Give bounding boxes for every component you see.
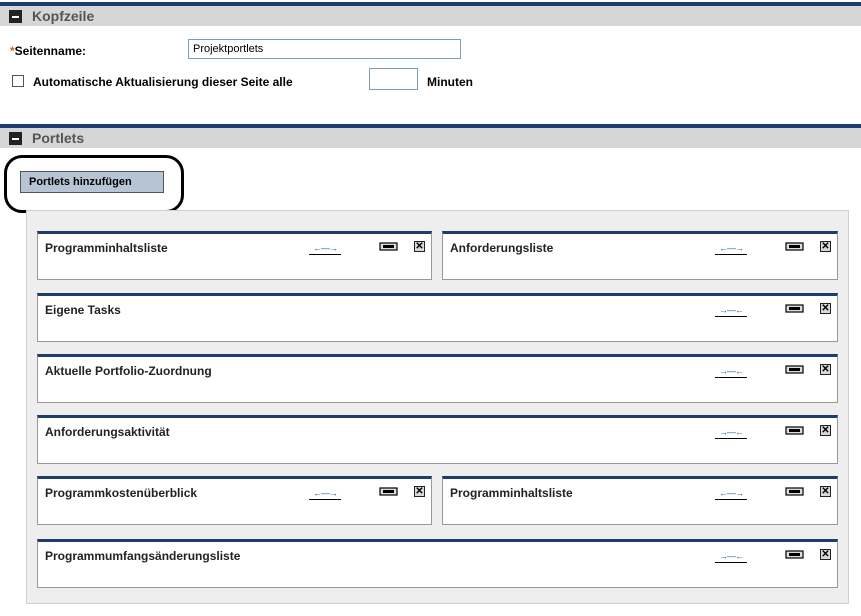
expand-width-icon[interactable]: ←—→ bbox=[309, 488, 341, 500]
edit-icon[interactable] bbox=[785, 241, 805, 252]
add-portlets-button[interactable]: Portlets hinzufügen bbox=[20, 171, 164, 193]
portlet: Aktuelle Portfolio-Zuordnung →—← ✕ bbox=[37, 354, 838, 403]
portlet: Eigene Tasks →—← ✕ bbox=[37, 293, 838, 342]
portlet-title: Aktuelle Portfolio-Zuordnung bbox=[45, 364, 212, 378]
page-name-label: *Seitenname: bbox=[10, 44, 87, 58]
section-title: Kopfzeile bbox=[32, 8, 95, 24]
edit-icon[interactable] bbox=[785, 303, 805, 314]
portlet-title: Programminhaltsliste bbox=[45, 241, 168, 255]
portlet-title: Programminhaltsliste bbox=[450, 486, 573, 500]
close-icon[interactable]: ✕ bbox=[820, 549, 831, 560]
refresh-minutes-input[interactable] bbox=[369, 68, 418, 90]
portlet-title: Programmkostenüberblick bbox=[45, 486, 198, 500]
edit-icon[interactable] bbox=[785, 425, 805, 436]
page-name-input[interactable] bbox=[188, 39, 461, 59]
portlet-title: Programmumfangsänderungsliste bbox=[45, 549, 241, 563]
portlet: Programminhaltsliste ←—→ ✕ bbox=[37, 231, 432, 280]
close-icon[interactable]: ✕ bbox=[820, 425, 831, 436]
portlet-title: Anforderungsaktivität bbox=[45, 425, 170, 439]
collapse-section-icon[interactable] bbox=[9, 132, 22, 145]
edit-icon[interactable] bbox=[785, 486, 805, 497]
close-icon[interactable]: ✕ bbox=[820, 241, 831, 252]
minutes-label: Minuten bbox=[427, 75, 473, 89]
auto-refresh-label: Automatische Aktualisierung dieser Seite… bbox=[33, 75, 293, 89]
collapse-width-icon[interactable]: →—← bbox=[715, 551, 747, 563]
collapse-width-icon[interactable]: →—← bbox=[715, 366, 747, 378]
close-icon[interactable]: ✕ bbox=[820, 364, 831, 375]
close-icon[interactable]: ✕ bbox=[820, 486, 831, 497]
portlets-header: Portlets bbox=[0, 124, 861, 148]
portlet: Anforderungsaktivität →—← ✕ bbox=[37, 415, 838, 464]
expand-width-icon[interactable]: ←—→ bbox=[309, 243, 341, 255]
section-title: Portlets bbox=[32, 130, 85, 146]
portlet-title: Eigene Tasks bbox=[45, 303, 121, 317]
collapse-width-icon[interactable]: →—← bbox=[715, 427, 747, 439]
edit-icon[interactable] bbox=[785, 549, 805, 560]
edit-icon[interactable] bbox=[379, 241, 399, 252]
expand-width-icon[interactable]: ←—→ bbox=[715, 243, 747, 255]
edit-icon[interactable] bbox=[379, 486, 399, 497]
portlet: Programminhaltsliste ←—→ ✕ bbox=[442, 476, 838, 525]
collapse-width-icon[interactable]: →—← bbox=[715, 305, 747, 317]
kopfzeile-header: Kopfzeile bbox=[0, 2, 861, 26]
close-icon[interactable]: ✕ bbox=[414, 241, 425, 252]
close-icon[interactable]: ✕ bbox=[414, 486, 425, 497]
collapse-section-icon[interactable] bbox=[9, 10, 22, 23]
expand-width-icon[interactable]: ←—→ bbox=[715, 488, 747, 500]
portlet: Anforderungsliste ←—→ ✕ bbox=[442, 231, 838, 280]
auto-refresh-checkbox[interactable] bbox=[12, 75, 24, 87]
close-icon[interactable]: ✕ bbox=[820, 303, 831, 314]
portlet: Programmkostenüberblick ←—→ ✕ bbox=[37, 476, 432, 525]
portlet-title: Anforderungsliste bbox=[450, 241, 554, 255]
portlet: Programmumfangsänderungsliste →—← ✕ bbox=[37, 539, 838, 588]
edit-icon[interactable] bbox=[785, 364, 805, 375]
